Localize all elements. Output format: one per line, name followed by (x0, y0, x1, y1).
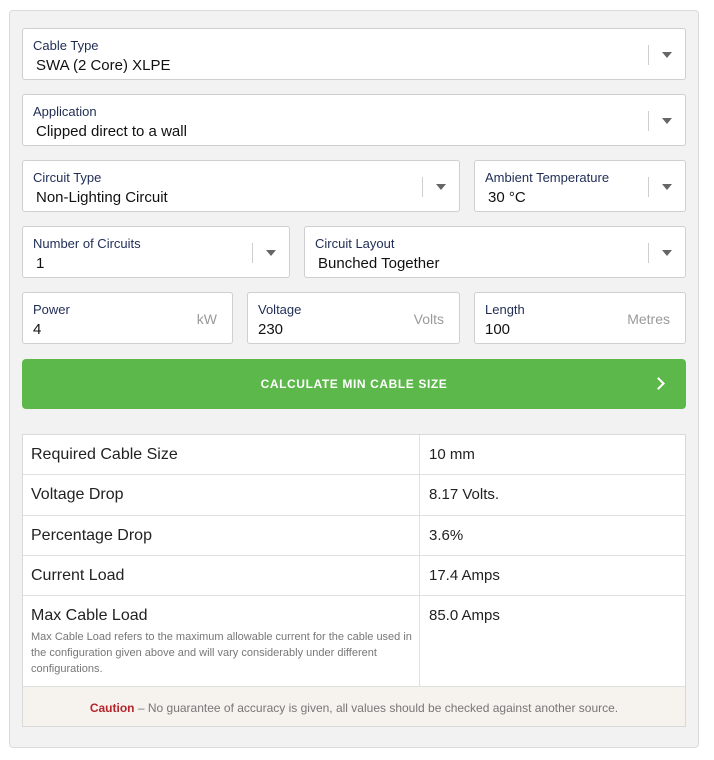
required-cable-size-label: Required Cable Size (23, 435, 420, 474)
results-table: Required Cable Size 10 mm Voltage Drop 8… (22, 434, 686, 727)
cable-type-value: SWA (2 Core) XLPE (36, 57, 171, 74)
length-unit: Metres (627, 311, 670, 327)
table-row: Current Load 17.4 Amps (23, 556, 685, 596)
cable-type-select[interactable]: Cable Type SWA (2 Core) XLPE (22, 28, 686, 80)
application-select[interactable]: Application Clipped direct to a wall (22, 94, 686, 146)
voltage-drop-value: 8.17 Volts. (429, 486, 500, 503)
select-divider (648, 111, 649, 131)
percentage-drop-value: 3.6% (429, 527, 464, 544)
voltage-value[interactable]: 230 (258, 321, 283, 338)
required-cable-size-value: 10 mm (429, 446, 475, 463)
select-divider (422, 177, 423, 197)
current-load-label: Current Load (23, 556, 420, 595)
select-divider (648, 243, 649, 263)
caret-down-icon[interactable] (662, 118, 672, 124)
max-cable-load-label: Max Cable Load (31, 607, 148, 624)
application-value: Clipped direct to a wall (36, 123, 187, 140)
circuit-layout-select[interactable]: Circuit Layout Bunched Together (304, 226, 686, 278)
caret-down-icon[interactable] (662, 250, 672, 256)
cable-type-label: Cable Type (33, 38, 99, 53)
length-value[interactable]: 100 (485, 321, 510, 338)
table-row: Percentage Drop 3.6% (23, 516, 685, 556)
circuit-layout-value: Bunched Together (318, 255, 440, 272)
circuit-type-label: Circuit Type (33, 170, 102, 185)
voltage-label: Voltage (258, 302, 302, 317)
current-load-value: 17.4 Amps (429, 567, 500, 584)
number-of-circuits-label: Number of Circuits (33, 236, 141, 251)
select-divider (252, 243, 253, 263)
caret-down-icon[interactable] (266, 250, 276, 256)
circuit-type-select[interactable]: Circuit Type Non-Lighting Circuit (22, 160, 460, 212)
length-input[interactable]: Length 100 Metres (474, 292, 686, 344)
max-cable-load-cell: Max Cable Load Max Cable Load refers to … (23, 596, 420, 686)
calculate-button-label: CALCULATE MIN CABLE SIZE (260, 377, 448, 391)
caution-message: – No guarantee of accuracy is given, all… (134, 701, 619, 715)
power-unit: kW (196, 311, 217, 327)
power-label: Power (33, 302, 70, 317)
select-divider (648, 177, 649, 197)
power-input[interactable]: Power 4 kW (22, 292, 233, 344)
circuit-layout-label: Circuit Layout (315, 236, 395, 251)
caution-word: Caution (89, 701, 135, 715)
max-cable-load-value: 85.0 Amps (429, 607, 500, 624)
ambient-temperature-value: 30 °C (488, 189, 526, 206)
application-label: Application (33, 104, 97, 119)
calculate-min-cable-size-button[interactable]: CALCULATE MIN CABLE SIZE (22, 359, 686, 409)
caret-down-icon[interactable] (436, 184, 446, 190)
ambient-temperature-label: Ambient Temperature (485, 170, 610, 185)
table-row: Voltage Drop 8.17 Volts. (23, 475, 685, 516)
length-label: Length (485, 302, 525, 317)
ambient-temperature-select[interactable]: Ambient Temperature 30 °C (474, 160, 686, 212)
percentage-drop-label: Percentage Drop (23, 516, 420, 555)
voltage-unit: Volts (413, 311, 444, 327)
select-divider (648, 45, 649, 65)
max-cable-load-note: Max Cable Load refers to the maximum all… (31, 631, 412, 675)
circuit-type-value: Non-Lighting Circuit (36, 189, 168, 206)
caution-notice: Caution – No guarantee of accuracy is gi… (23, 687, 685, 726)
number-of-circuits-select[interactable]: Number of Circuits 1 (22, 226, 290, 278)
caret-down-icon[interactable] (662, 52, 672, 58)
voltage-drop-label: Voltage Drop (23, 475, 420, 515)
table-row: Max Cable Load Max Cable Load refers to … (23, 596, 685, 687)
voltage-input[interactable]: Voltage 230 Volts (247, 292, 460, 344)
power-value[interactable]: 4 (33, 321, 41, 338)
table-row: Required Cable Size 10 mm (23, 435, 685, 475)
number-of-circuits-value: 1 (36, 255, 45, 272)
caret-down-icon[interactable] (662, 184, 672, 190)
caution-text-line: Caution – No guarantee of accuracy is gi… (23, 701, 685, 715)
